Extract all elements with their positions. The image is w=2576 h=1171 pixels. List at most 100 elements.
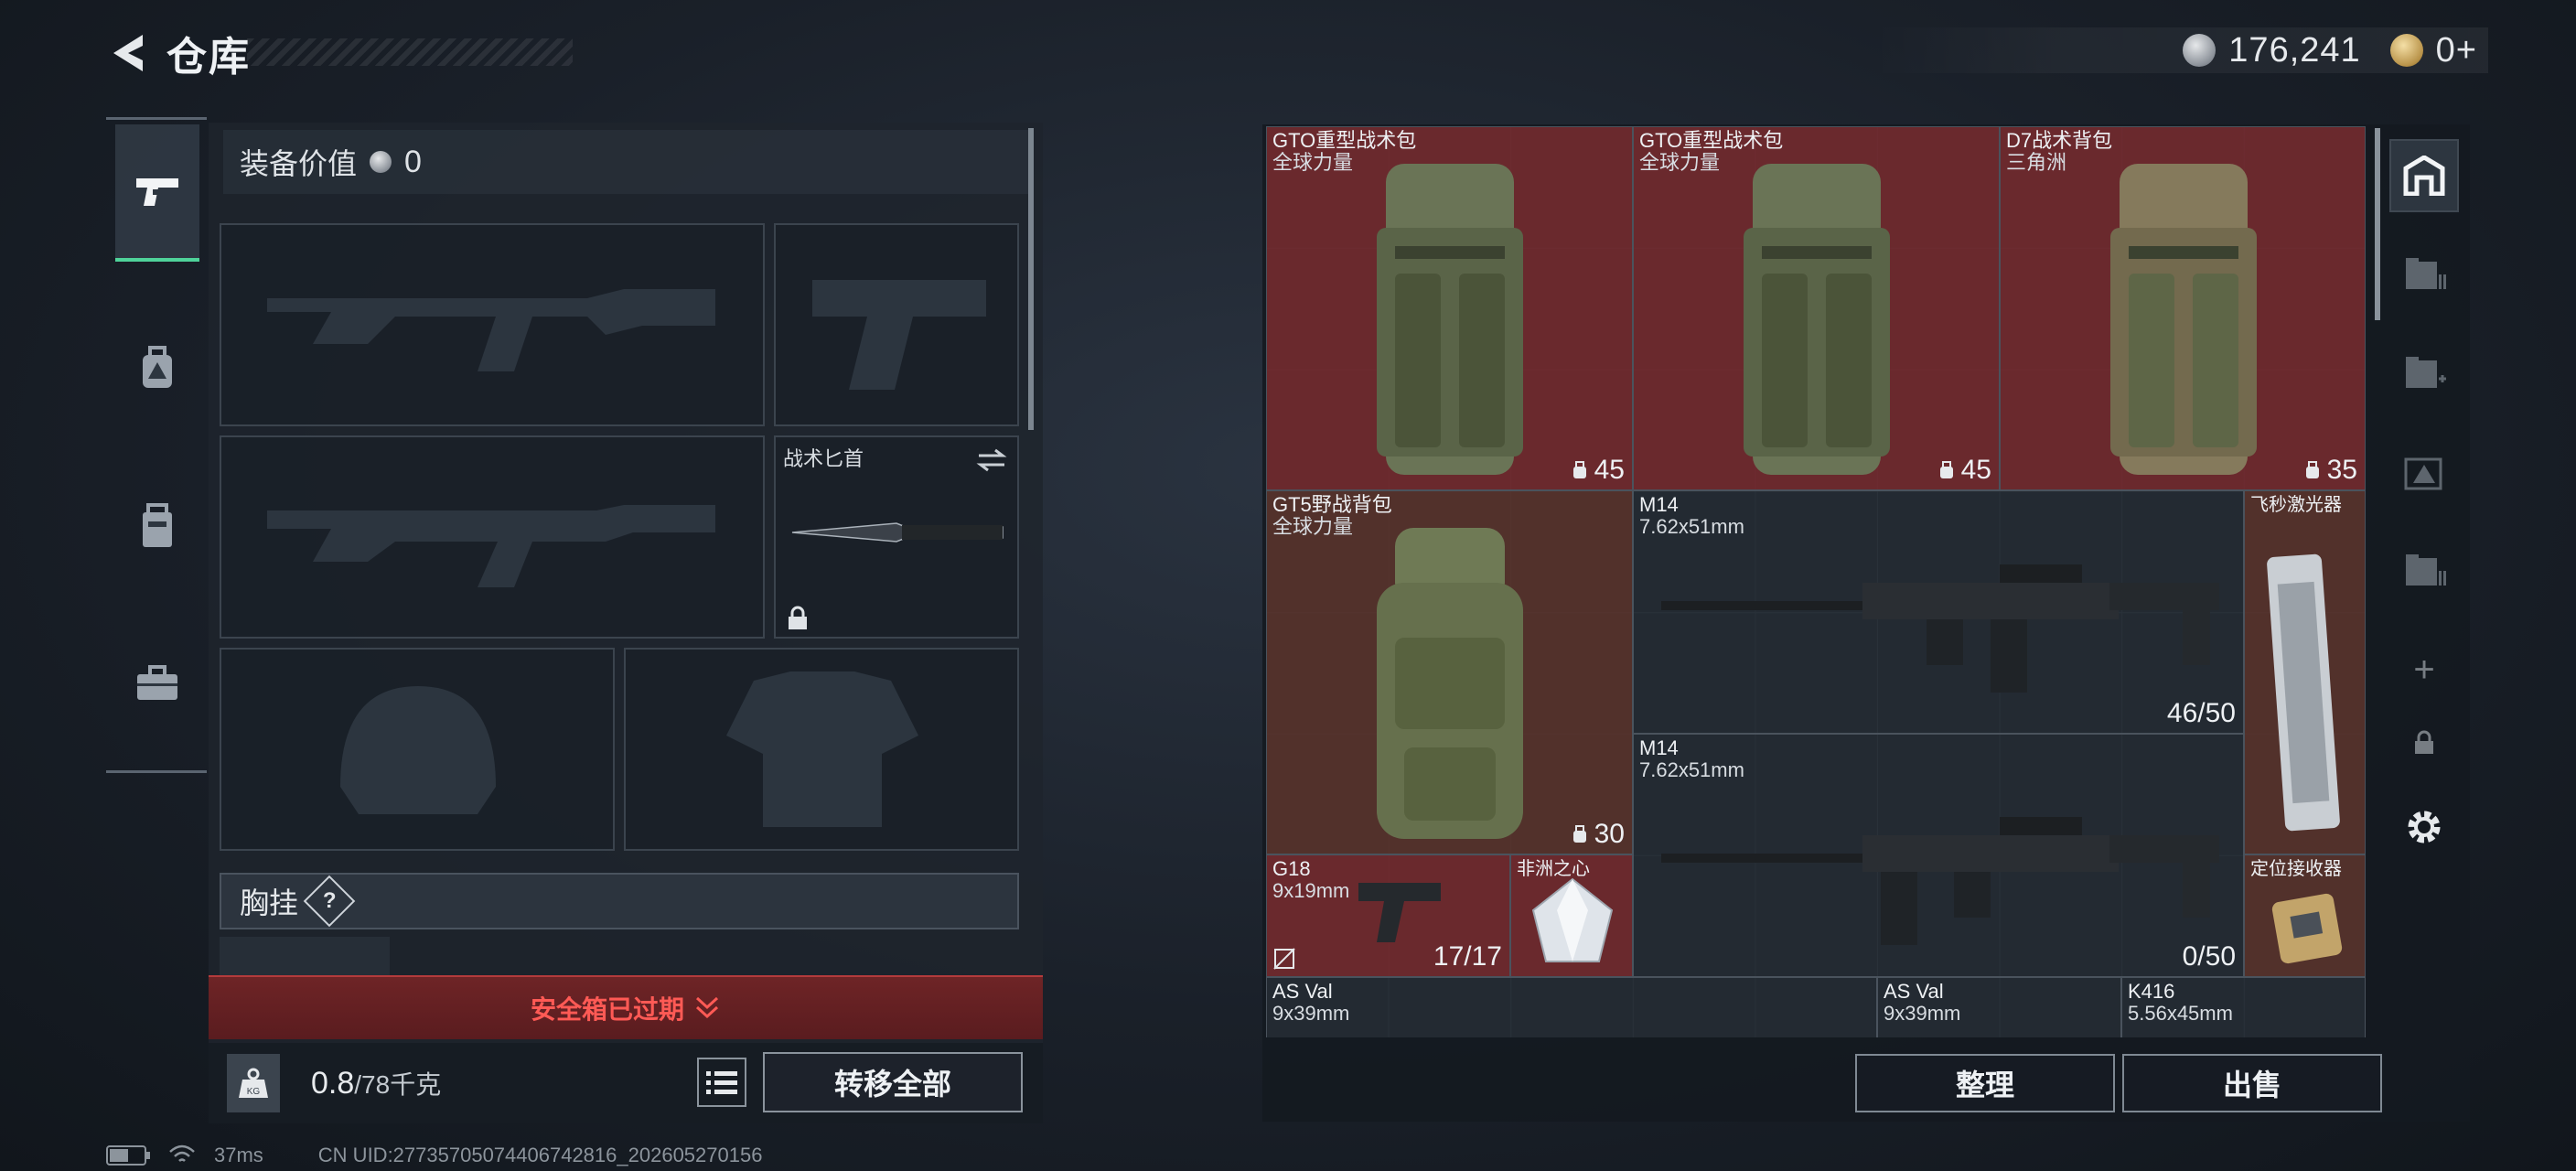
no-insure-icon [1273, 948, 1295, 970]
warehouse-grid: GTO重型战术包 全球力量 45 GTO重型战术包 全球力量 45 D7战术背包… [1266, 126, 2366, 1037]
silver-coin-icon [2183, 34, 2216, 67]
item-name: AS Val [1884, 980, 1944, 1003]
sort-button[interactable]: 整理 [1855, 1054, 2115, 1112]
grid-item-rifle[interactable]: AS Val 9x39mm [1877, 977, 2121, 1037]
item-name: 定位接收器 [2250, 859, 2342, 879]
chest-rig-slot-preview[interactable] [220, 937, 390, 975]
item-subtitle: 全球力量 [1272, 515, 1354, 538]
tab-add-storage[interactable] [2389, 337, 2459, 410]
primary-weapon-slot[interactable] [220, 223, 765, 426]
loadout-scrollbar[interactable] [1028, 128, 1034, 430]
lock-tab-button[interactable] [2389, 706, 2459, 779]
grid-item-backpack[interactable]: D7战术背包 三角洲 35 [2000, 126, 2366, 490]
item-capacity: 45 [1937, 455, 1991, 486]
grid-item-receiver[interactable]: 定位接收器 [2244, 854, 2366, 977]
item-subtitle: 全球力量 [1272, 151, 1354, 174]
chest-rig-row[interactable]: 胸挂 ? [220, 873, 1019, 929]
grid-item-rifle[interactable]: AS Val 9x39mm [1266, 977, 1877, 1037]
gold-coin-icon [2389, 34, 2423, 67]
tab-warehouse-main[interactable] [2389, 139, 2459, 212]
sell-button[interactable]: 出售 [2122, 1054, 2382, 1112]
transfer-all-button[interactable]: 转移全部 [763, 1052, 1023, 1112]
back-arrow-icon[interactable] [106, 29, 154, 77]
grid-item-backpack[interactable]: GTO重型战术包 全球力量 45 [1633, 126, 2000, 490]
grid-item-laser[interactable]: 飞秒激光器 [2244, 490, 2366, 854]
carry-weight-max: /78千克 [354, 1070, 442, 1099]
item-ammo-count: 0/50 [2182, 941, 2236, 972]
grid-item-backpack[interactable]: GTO重型战术包 全球力量 45 [1266, 126, 1633, 490]
folder-stack-icon [2406, 258, 2446, 289]
combat-knife-icon [791, 522, 1004, 543]
swap-arrows-icon[interactable] [975, 446, 1008, 474]
category-rail [106, 117, 207, 772]
knife-slot[interactable]: 战术匕首 [774, 435, 1019, 639]
warehouse-icon [2403, 156, 2445, 196]
grid-item-rifle[interactable]: M14 7.62x51mm 0/50 [1633, 734, 2244, 977]
rail-divider-bottom [106, 770, 207, 773]
pistol-icon [136, 178, 178, 206]
safebox-expired-banner[interactable]: 安全箱已过期 [209, 975, 1043, 1039]
rail-item-vest[interactable] [115, 457, 199, 595]
folder-stack-icon [2406, 554, 2446, 586]
rifle-silhouette-icon [267, 505, 715, 587]
backpack-capacity-icon [2305, 461, 2319, 478]
item-ammo-count: 17/17 [1433, 941, 1502, 972]
grid-item-pistol[interactable]: G18 9x19mm 17/17 [1266, 854, 1510, 977]
diamond-icon [1531, 877, 1614, 962]
helmet-silhouette-icon [340, 686, 496, 814]
body-armor-slot[interactable] [624, 648, 1019, 851]
rifle-icon [1661, 817, 2219, 945]
grid-item-backpack[interactable]: GT5野战背包 全球力量 30 [1266, 490, 1633, 854]
help-icon: ? [322, 887, 337, 913]
armor-silhouette-icon [726, 671, 918, 827]
item-name: K416 [2128, 980, 2175, 1003]
backpack-icon [1377, 528, 1523, 839]
header: 仓库 [106, 24, 251, 82]
grid-item-rifle[interactable]: K416 5.56x45mm [2121, 977, 2366, 1037]
item-subtitle: 9x39mm [1272, 1002, 1350, 1025]
grid-item-diamond[interactable]: 非洲之心 [1510, 854, 1633, 977]
backpack-shield-icon [143, 346, 172, 388]
warehouse-scrollbar[interactable] [2375, 128, 2380, 320]
rail-item-weapons[interactable] [115, 124, 199, 262]
list-view-button[interactable] [697, 1058, 746, 1107]
item-capacity: 45 [1571, 455, 1625, 486]
rail-item-armor[interactable] [115, 300, 199, 437]
grid-item-rifle[interactable]: M14 7.62x51mm 46/50 [1633, 490, 2244, 734]
battery-icon [106, 1145, 150, 1166]
backpack-icon [1744, 164, 1890, 475]
rail-item-toolbox[interactable] [115, 615, 199, 752]
tab-warehouse-ii[interactable] [2389, 238, 2459, 311]
weight-icon: KG [227, 1054, 280, 1112]
pistol-icon [1358, 883, 1441, 942]
item-name: M14 [1639, 493, 1679, 516]
pistol-slot[interactable] [774, 223, 1019, 426]
silver-coin-icon [370, 151, 392, 173]
vest-icon [143, 503, 172, 547]
item-ammo-count: 46/50 [2166, 698, 2236, 728]
item-count-value: 45 [1594, 455, 1625, 485]
settings-button[interactable] [2389, 790, 2459, 864]
double-chevron-down-icon [695, 996, 719, 1019]
equipment-value: 0 [404, 144, 422, 179]
item-subtitle: 9x39mm [1884, 1002, 1961, 1025]
add-tab-button[interactable]: + [2389, 633, 2459, 706]
backpack-capacity-icon [1939, 461, 1953, 478]
item-capacity: 30 [1571, 819, 1625, 850]
receiver-device-icon [2271, 893, 2343, 964]
backpack-capacity-icon [1572, 461, 1586, 478]
item-count-value: 35 [2326, 455, 2357, 485]
help-badge[interactable]: ? [303, 875, 356, 928]
user-uid: CN UID:27735705074406742816_202605270156 [317, 1144, 763, 1166]
helmet-slot[interactable] [220, 648, 615, 851]
carry-weight-current: 0.8 [311, 1066, 355, 1101]
title-decoration [247, 38, 573, 66]
wifi-icon [169, 1144, 195, 1162]
equipment-value-bar: 装备价值 0 [223, 130, 1028, 194]
tab-warehouse-iv[interactable] [2389, 534, 2459, 607]
item-capacity: 35 [2303, 455, 2357, 486]
secondary-weapon-slot[interactable] [220, 435, 765, 639]
gold-currency-value[interactable]: 0+ [2436, 31, 2477, 70]
pistol-silhouette-icon [812, 280, 986, 390]
tab-warehouse-iii[interactable] [2389, 435, 2459, 509]
